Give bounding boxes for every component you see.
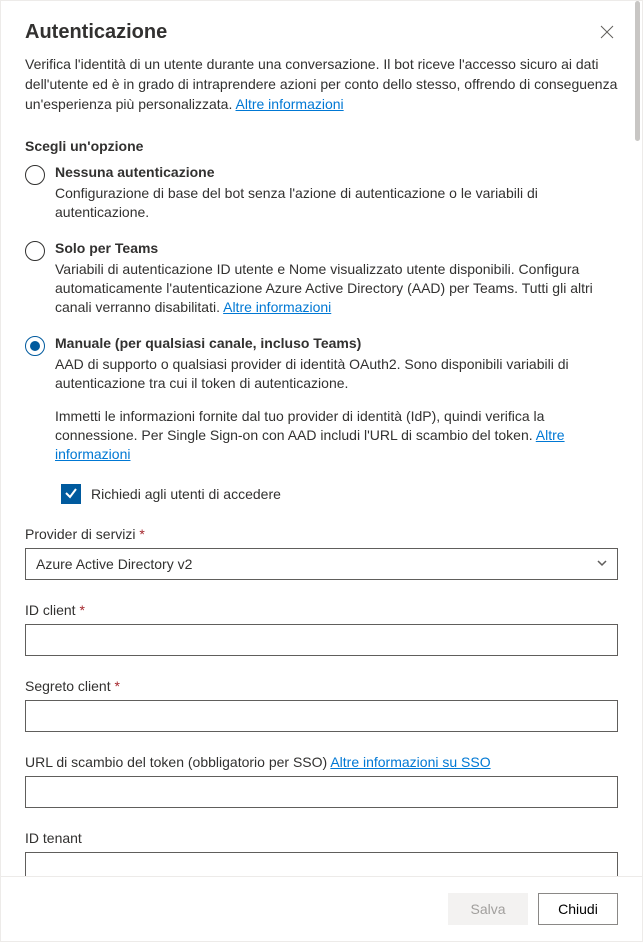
clientsecret-group: Segreto client * [25,678,618,732]
choose-option-label: Scegli un'opzione [25,138,618,154]
sso-learn-more-link[interactable]: Altre informazioni su SSO [330,754,490,770]
option-teams-body: Solo per Teams Variabili di autenticazio… [55,240,618,317]
close-button[interactable] [596,21,618,46]
tenantid-group: ID tenant [25,830,618,876]
clientid-input[interactable] [25,624,618,656]
tokenurl-group: URL di scambio del token (obbligatorio p… [25,754,618,808]
clientsecret-label: Segreto client * [25,678,618,694]
check-icon [64,486,78,503]
save-button[interactable]: Salva [448,893,528,925]
option-none: Nessuna autenticazione Configurazione di… [25,164,618,222]
tokenurl-label-text: URL di scambio del token (obbligatorio p… [25,754,327,770]
clientsecret-label-text: Segreto client [25,678,111,694]
learn-more-link[interactable]: Altre informazioni [236,96,344,112]
tokenurl-input[interactable] [25,776,618,808]
option-none-title[interactable]: Nessuna autenticazione [55,164,618,180]
close-icon [600,26,614,42]
clientid-label: ID client * [25,602,618,618]
required-mark: * [115,678,120,694]
radio-manual[interactable] [25,336,45,356]
required-mark: * [79,602,84,618]
clientid-group: ID client * [25,602,618,656]
provider-group: Provider di servizi * Azure Active Direc… [25,526,618,580]
provider-label-text: Provider di servizi [25,526,135,542]
option-none-body: Nessuna autenticazione Configurazione di… [55,164,618,222]
option-none-desc: Configurazione di base del bot senza l'a… [55,184,618,222]
option-manual: Manuale (per qualsiasi canale, incluso T… [25,335,618,504]
require-signin-row: Richiedi agli utenti di accedere [61,484,618,504]
auth-panel: Autenticazione Verifica l'identità di un… [0,0,643,942]
tenantid-input[interactable] [25,852,618,876]
provider-value: Azure Active Directory v2 [36,556,192,572]
provider-select-wrapper: Azure Active Directory v2 [25,548,618,580]
teams-learn-more-link[interactable]: Altre informazioni [223,299,331,315]
option-manual-extra-text: Immetti le informazioni fornite dal tuo … [55,408,544,443]
option-teams-desc: Variabili di autenticazione ID utente e … [55,260,618,317]
clientid-label-text: ID client [25,602,76,618]
option-teams-title[interactable]: Solo per Teams [55,240,618,256]
clientsecret-input[interactable] [25,700,618,732]
scrollbar-thumb[interactable] [635,1,640,141]
option-manual-body: Manuale (per qualsiasi canale, incluso T… [55,335,618,504]
panel-content: Verifica l'identità di un utente durante… [1,54,642,876]
radio-teams[interactable] [25,241,45,261]
tokenurl-label: URL di scambio del token (obbligatorio p… [25,754,618,770]
option-manual-extra: Immetti le informazioni fornite dal tuo … [55,407,618,464]
option-manual-title[interactable]: Manuale (per qualsiasi canale, incluso T… [55,335,618,351]
panel-title: Autenticazione [25,21,167,44]
option-teams: Solo per Teams Variabili di autenticazio… [25,240,618,317]
radio-manual-dot [30,341,40,351]
panel-header: Autenticazione [1,1,642,54]
require-signin-checkbox[interactable] [61,484,81,504]
option-manual-desc: AAD di supporto o qualsiasi provider di … [55,355,618,393]
scrollbar[interactable] [633,1,642,941]
radio-none[interactable] [25,165,45,185]
panel-footer: Salva Chiudi [1,876,642,941]
required-mark: * [139,526,144,542]
panel-description: Verifica l'identità di un utente durante… [25,54,618,114]
close-footer-button[interactable]: Chiudi [538,893,618,925]
provider-select[interactable]: Azure Active Directory v2 [25,548,618,580]
require-signin-label[interactable]: Richiedi agli utenti di accedere [91,486,281,502]
tenantid-label: ID tenant [25,830,618,846]
provider-label: Provider di servizi * [25,526,618,542]
